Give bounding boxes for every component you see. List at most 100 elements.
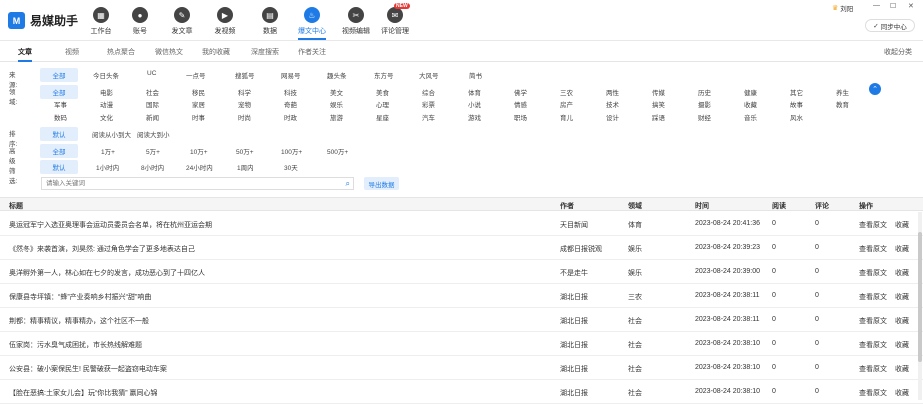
- tab-0[interactable]: 文章: [18, 47, 32, 62]
- fields_row2-option[interactable]: 小说: [468, 99, 481, 109]
- fields_row2-option[interactable]: 娱乐: [330, 99, 343, 109]
- table-row[interactable]: 《然冬》来袭首演，刘昊然: 通过角色学会了更多地表达自己 成都日报锐观 娱乐 2023…: [0, 236, 923, 260]
- nav-data[interactable]: ▤ 数据: [259, 0, 281, 40]
- tab-5[interactable]: 深度搜索: [251, 47, 279, 57]
- table-row[interactable]: 公安县：破小案保民生! 民警破获一起盗窃电动车案 湖北日报 社会 2023-08-24…: [0, 356, 923, 380]
- reads-option[interactable]: 1万+: [101, 146, 115, 156]
- times-option[interactable]: 30天: [284, 162, 298, 172]
- fields_row3-option[interactable]: 职场: [514, 112, 527, 122]
- fields_row2-option[interactable]: 奇葩: [284, 99, 297, 109]
- expand-up-icon[interactable]: ⌃: [869, 83, 881, 95]
- cell-title[interactable]: 奥洋孵外第一人，林心如在七夕的发言，成功恶心到了十四亿人: [9, 268, 205, 278]
- sources-option[interactable]: UC: [147, 70, 156, 77]
- fields_row1-option[interactable]: 养生: [836, 87, 849, 97]
- fields_row3-option[interactable]: 时政: [284, 112, 297, 122]
- fields_row2-option[interactable]: 军事: [54, 99, 67, 109]
- favorite-link[interactable]: 收藏: [895, 364, 909, 374]
- fields_row1-option[interactable]: 电影: [100, 87, 113, 97]
- cell-title[interactable]: 公安县：破小案保民生! 民警破获一起盗窃电动车案: [9, 364, 167, 374]
- close-button[interactable]: ✕: [908, 2, 914, 10]
- favorite-link[interactable]: 收藏: [895, 268, 909, 278]
- fields_row3-option[interactable]: 新闻: [146, 112, 159, 122]
- fields_row2-option[interactable]: 彩票: [422, 99, 435, 109]
- tab-2[interactable]: 热点聚合: [107, 47, 135, 57]
- fields_row1-option[interactable]: 社会: [146, 87, 159, 97]
- table-row[interactable]: 伍家岗：污水臭气成困扰，市长热线解难题 湖北日报 社会 2023-08-24 20:3…: [0, 332, 923, 356]
- sources-option[interactable]: 网易号: [281, 70, 301, 80]
- reads-option[interactable]: 10万+: [190, 146, 208, 156]
- fields_row3-option[interactable]: 财经: [698, 112, 711, 122]
- fields_row2-option[interactable]: 房产: [560, 99, 573, 109]
- fields_row3-option[interactable]: 音乐: [744, 112, 757, 122]
- fields_row2-option[interactable]: 收藏: [744, 99, 757, 109]
- fields_row2-option[interactable]: 情感: [514, 99, 527, 109]
- fields_row2-option[interactable]: 家居: [192, 99, 205, 109]
- reads-option[interactable]: 5万+: [146, 146, 160, 156]
- favorite-link[interactable]: 收藏: [895, 388, 909, 398]
- cell-title[interactable]: 保康县寺坪镇：“蜂”产业奏响乡村振兴“甜”响曲: [9, 292, 151, 302]
- fields_row1-option[interactable]: 移民: [192, 87, 205, 97]
- reads-option[interactable]: 500万+: [327, 146, 348, 156]
- fields_row3-option[interactable]: 汽车: [422, 112, 435, 122]
- times-option[interactable]: 24小时内: [186, 162, 213, 172]
- fields_row1-option[interactable]: 其它: [790, 87, 803, 97]
- favorite-link[interactable]: 收藏: [895, 340, 909, 350]
- fields_row3-option[interactable]: 文化: [100, 112, 113, 122]
- scrollbar-thumb[interactable]: [918, 232, 922, 362]
- view-original-link[interactable]: 查看原文: [859, 316, 887, 326]
- fields_row2-option[interactable]: 动漫: [100, 99, 113, 109]
- sources-option[interactable]: 大风号: [419, 70, 439, 80]
- fields_row1-option[interactable]: 体育: [468, 87, 481, 97]
- maximize-button[interactable]: ☐: [890, 2, 896, 10]
- sources-option[interactable]: 全部: [40, 68, 78, 82]
- view-original-link[interactable]: 查看原文: [859, 268, 887, 278]
- fields_row3-option[interactable]: 风水: [790, 112, 803, 122]
- fields_row3-option[interactable]: 数码: [54, 112, 67, 122]
- sources-option[interactable]: 一点号: [186, 70, 206, 80]
- fields_row1-option[interactable]: 三农: [560, 87, 573, 97]
- nav-dashboard[interactable]: ▦ 工作台: [90, 0, 112, 40]
- fields_row1-option[interactable]: 科技: [284, 87, 297, 97]
- view-original-link[interactable]: 查看原文: [859, 292, 887, 302]
- sources-option[interactable]: 今日头条: [93, 70, 119, 80]
- nav-hot-article[interactable]: ♨ 爆文中心: [298, 0, 326, 40]
- table-row[interactable]: 保康县寺坪镇：“蜂”产业奏响乡村振兴“甜”响曲 湖北日报 三农 2023-08-24 …: [0, 284, 923, 308]
- times-option[interactable]: 默认: [40, 160, 78, 174]
- view-original-link[interactable]: 查看原文: [859, 340, 887, 350]
- fields_row2-option[interactable]: 教育: [836, 99, 849, 109]
- fields_row2-option[interactable]: 宠物: [238, 99, 251, 109]
- fields_row1-option[interactable]: 科学: [238, 87, 251, 97]
- user-info[interactable]: ♛ 刘阳: [832, 3, 853, 13]
- table-row[interactable]: 【脸在恶搞:土家女儿会】玩“你比我猜” 赢同心锦 湖北日报 社会 2023-08-24…: [0, 380, 923, 404]
- view-original-link[interactable]: 查看原文: [859, 364, 887, 374]
- fields_row2-option[interactable]: 技术: [606, 99, 619, 109]
- fields_row1-option[interactable]: 综合: [422, 87, 435, 97]
- keyword-search-input[interactable]: [42, 178, 332, 189]
- fields_row2-option[interactable]: 摄影: [698, 99, 711, 109]
- fields_row3-option[interactable]: 游戏: [468, 112, 481, 122]
- search-icon[interactable]: ⌕: [346, 179, 350, 189]
- sync-center-button[interactable]: ✓ 同步中心: [865, 19, 915, 32]
- nav-post-video[interactable]: ▶ 发视频: [214, 0, 236, 40]
- fields_row2-option[interactable]: 心理: [376, 99, 389, 109]
- nav-comment[interactable]: ✉ NEW 评论管理: [381, 0, 410, 40]
- sorts-option[interactable]: 阅读从小到大: [92, 129, 131, 139]
- cell-title[interactable]: 荆都：精事精议，精事精办，这个社区不一般: [9, 316, 149, 326]
- fields_row3-option[interactable]: 旅游: [330, 112, 343, 122]
- favorite-link[interactable]: 收藏: [895, 220, 909, 230]
- view-original-link[interactable]: 查看原文: [859, 388, 887, 398]
- fields_row3-option[interactable]: 设计: [606, 112, 619, 122]
- cell-title[interactable]: 奥运冠军宁入选亚奥理事会运动员委员会名单，将在杭州亚运会期: [9, 220, 212, 230]
- fields_row1-option[interactable]: 美文: [330, 87, 343, 97]
- table-row[interactable]: 荆都：精事精议，精事精办，这个社区不一般 湖北日报 社会 2023-08-24 20:…: [0, 308, 923, 332]
- favorite-link[interactable]: 收藏: [895, 244, 909, 254]
- sources-option[interactable]: 搜狐号: [235, 70, 255, 80]
- nav-account[interactable]: ● 账号: [129, 0, 151, 40]
- sources-option[interactable]: 简书: [469, 70, 482, 80]
- fields_row3-option[interactable]: 时事: [192, 112, 205, 122]
- table-scrollbar[interactable]: [918, 212, 922, 400]
- tab-6[interactable]: 作者关注: [298, 47, 326, 57]
- cell-title[interactable]: 【脸在恶搞:土家女儿会】玩“你比我猜” 赢同心锦: [9, 388, 158, 398]
- fields_row2-option[interactable]: 国际: [146, 99, 159, 109]
- fields_row1-option[interactable]: 两性: [606, 87, 619, 97]
